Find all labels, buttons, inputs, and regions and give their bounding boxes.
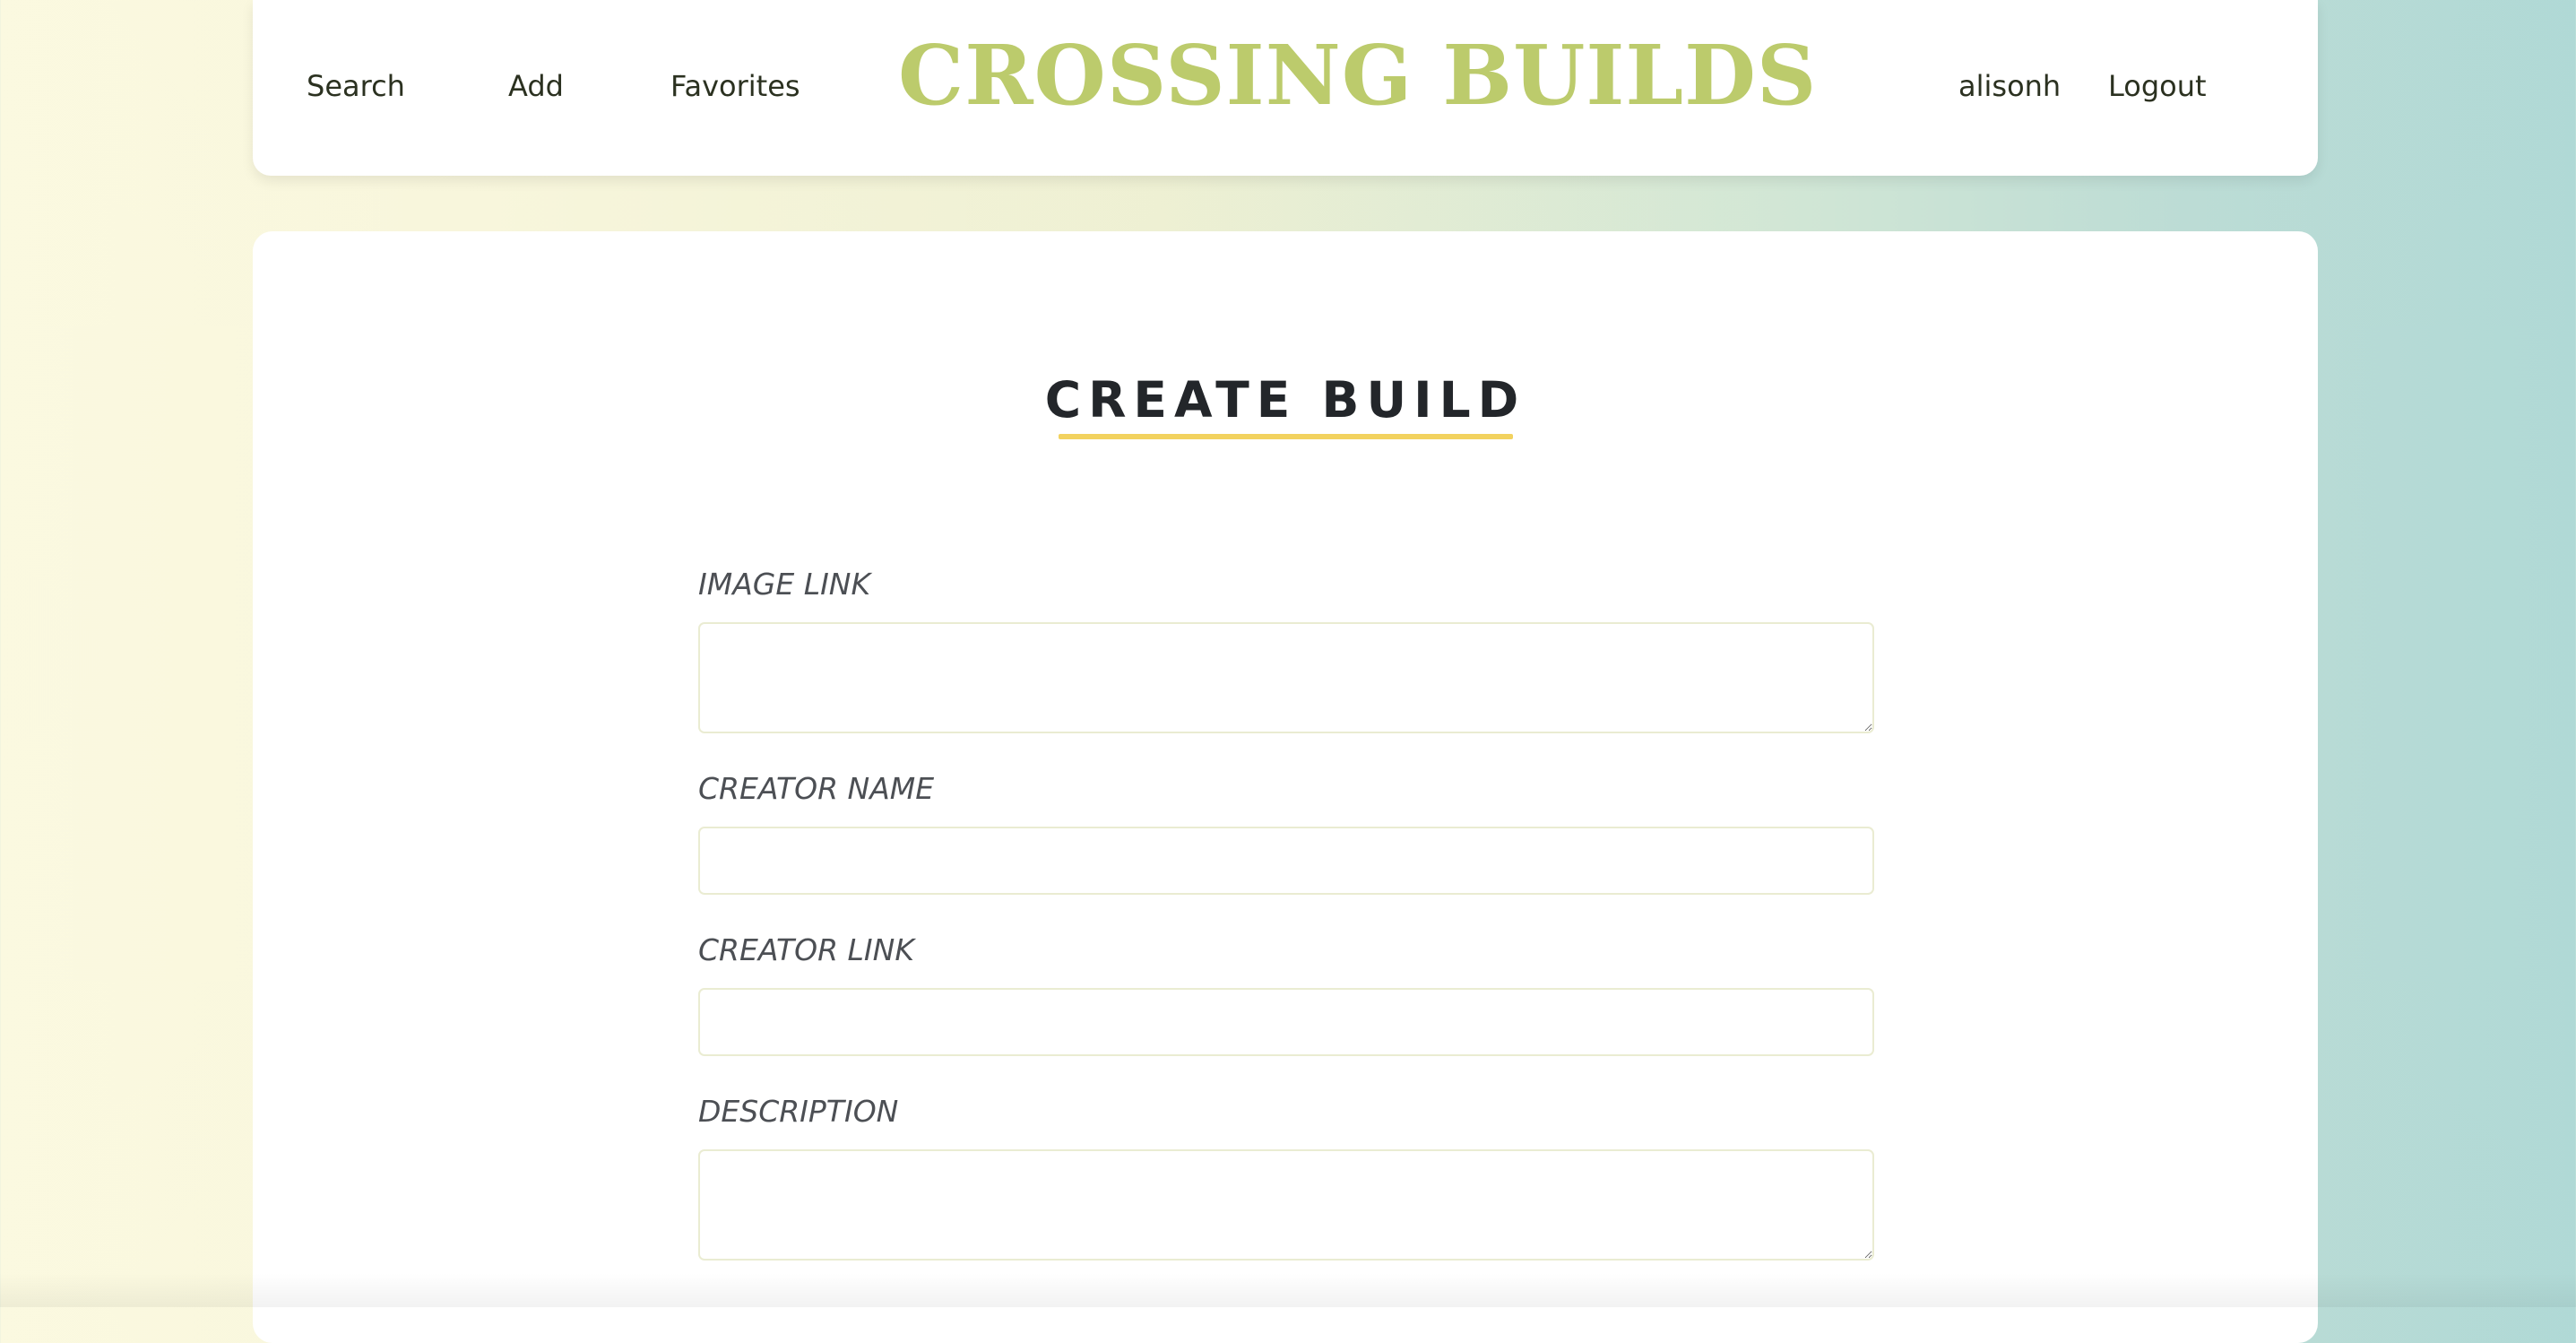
description-label: DESCRIPTION <box>698 1094 899 1129</box>
image-link-label: IMAGE LINK <box>698 567 871 602</box>
creator-link-label: CREATOR LINK <box>698 932 914 967</box>
nav-username-link[interactable]: alisonh <box>1958 68 2061 104</box>
creator-name-input[interactable] <box>698 827 1874 895</box>
top-navbar: Search Add Favorites CROSSING BUILDS ali… <box>253 0 2318 176</box>
nav-logout-link[interactable]: Logout <box>2108 68 2207 104</box>
creator-link-input[interactable] <box>698 988 1874 1056</box>
title-underline <box>1059 434 1513 439</box>
page-title: CREATE BUILD <box>1044 371 1526 429</box>
image-link-input[interactable] <box>698 622 1874 733</box>
site-logo[interactable]: CROSSING BUILDS <box>898 22 1816 129</box>
create-build-card: CREATE BUILD IMAGE LINK CREATOR NAME CRE… <box>253 231 2318 1343</box>
nav-favorites-link[interactable]: Favorites <box>670 68 800 104</box>
creator-name-label: CREATOR NAME <box>698 771 935 806</box>
nav-search-link[interactable]: Search <box>307 68 405 104</box>
description-input[interactable] <box>698 1149 1874 1261</box>
nav-add-link[interactable]: Add <box>508 68 564 104</box>
